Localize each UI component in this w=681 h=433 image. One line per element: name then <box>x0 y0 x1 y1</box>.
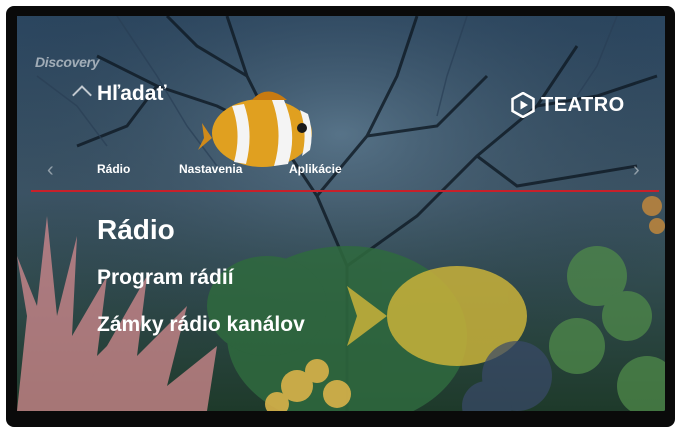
brand-name: TEATRO <box>541 93 625 116</box>
tab-radio[interactable]: Rádio <box>97 162 130 176</box>
brand-logo: TEATRO <box>511 92 625 118</box>
menu-item-radio-guide[interactable]: Program rádií <box>97 266 234 290</box>
menu-item-radio-locks[interactable]: Zámky rádio kanálov <box>97 313 305 337</box>
menu-item-radio[interactable]: Rádio <box>97 214 175 246</box>
search-title[interactable]: Hľadať <box>97 82 167 106</box>
tv-screen: Discovery Hľadať TEATRO ‹ › Rádio Nastav… <box>17 16 665 411</box>
chevron-left-icon[interactable]: ‹ <box>47 160 54 180</box>
tab-apps[interactable]: Aplikácie <box>289 162 342 176</box>
play-hexagon-icon <box>511 92 535 118</box>
tab-divider <box>31 190 659 192</box>
channel-watermark: Discovery <box>35 54 100 70</box>
tab-settings[interactable]: Nastavenia <box>179 162 242 176</box>
chevron-right-icon[interactable]: › <box>633 160 640 180</box>
